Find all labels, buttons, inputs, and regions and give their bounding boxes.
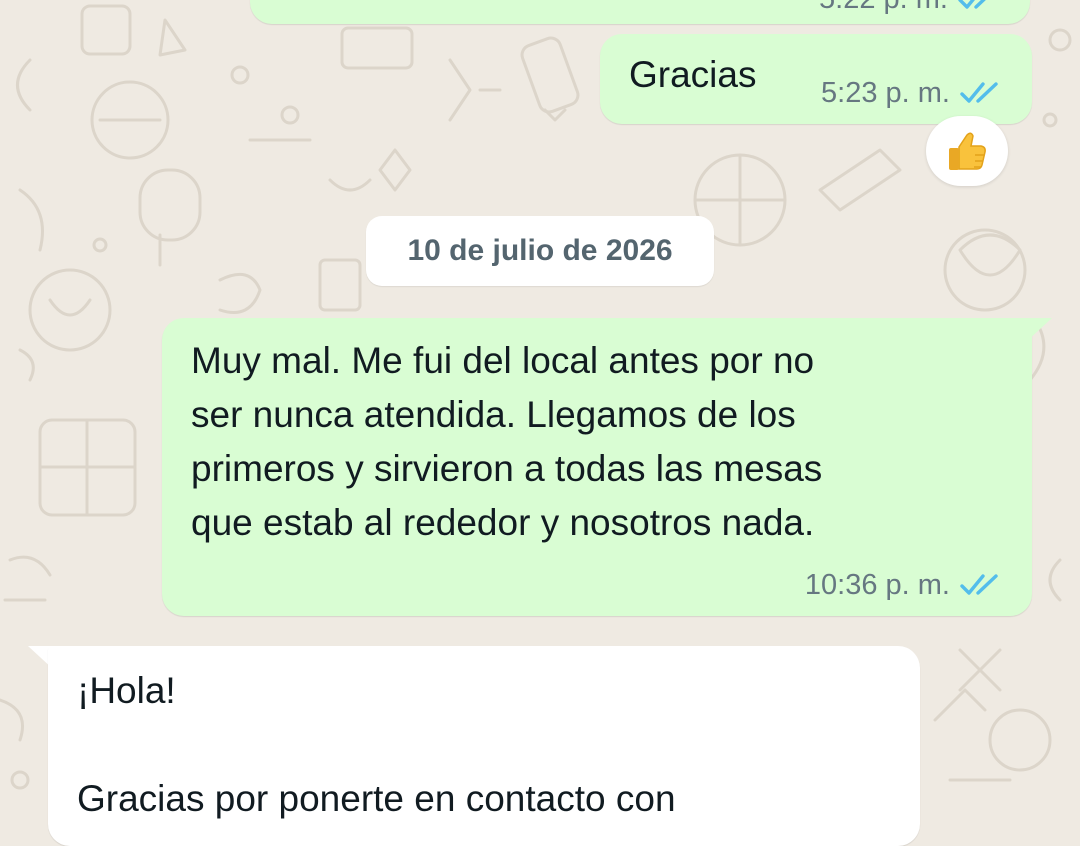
thumbs-up-icon [949,132,986,170]
double-check-read-icon [960,82,998,103]
message-time: 5:23 p. m. [821,76,950,109]
message-meta: 5:23 p. m. [821,76,1004,110]
incoming-message-reply[interactable]: ¡Hola! Gracias por ponerte en contacto c… [48,646,920,846]
message-meta: 10:36 p. m. [805,568,1004,602]
double-check-read-icon [960,574,998,595]
message-text: ¡Hola! Gracias por ponerte en contacto c… [77,670,676,819]
date-separator: 10 de julio de 2026 [366,216,714,286]
message-time: 5:22 p. m. [819,0,948,16]
message-text: Gracias [629,54,757,95]
message-reaction[interactable] [926,116,1008,186]
date-separator-label: 10 de julio de 2026 [407,234,673,267]
message-meta: 5:22 p. m. [819,0,1002,16]
message-time: 10:36 p. m. [804,568,950,601]
outgoing-message-partial[interactable]: 5:22 p. m. [250,0,1030,24]
bubble-tail-outgoing [1026,318,1052,342]
outgoing-message-complaint[interactable]: Muy mal. Me fui del local antes por no s… [162,318,1032,616]
double-check-read-icon [958,0,986,9]
outgoing-message-gracias[interactable]: Gracias 5:23 p. m. [600,34,1032,124]
message-text: Muy mal. Me fui del local antes por no s… [191,340,823,543]
